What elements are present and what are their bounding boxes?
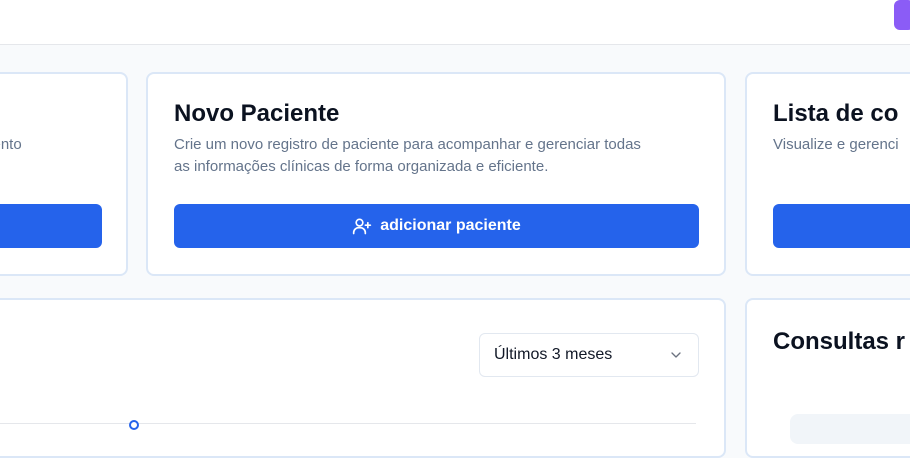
new-patient-card: Novo Paciente Crie um novo registro de p… (146, 72, 726, 276)
left-card: mento (0, 72, 128, 276)
new-patient-description-line1: Crie um novo registro de paciente para a… (174, 136, 641, 153)
chevron-down-icon (668, 347, 684, 363)
period-select-value: Últimos 3 meses (494, 346, 613, 363)
topbar-action-button[interactable] (894, 0, 910, 30)
chart-panel (0, 298, 726, 458)
user-plus-icon (352, 216, 372, 236)
new-patient-title: Novo Paciente (174, 100, 340, 127)
add-patient-button[interactable]: adicionar paciente (174, 204, 699, 248)
consultations-title: Consultas r (773, 328, 906, 355)
period-select[interactable]: Últimos 3 meses (479, 333, 699, 377)
chart-data-point (129, 420, 139, 430)
left-card-button[interactable] (0, 204, 102, 248)
left-card-description: mento (0, 136, 22, 153)
consultations-list-item (790, 414, 910, 444)
chart-grid-line (0, 423, 696, 424)
list-card: Lista de co Visualize e gerenci (745, 72, 910, 276)
new-patient-description-line2: as informações clínicas de forma organiz… (174, 158, 549, 175)
top-bar (0, 0, 910, 45)
list-card-button[interactable] (773, 204, 910, 248)
list-card-description: Visualize e gerenci (773, 136, 899, 153)
list-card-title: Lista de co (773, 100, 899, 127)
add-patient-button-label: adicionar paciente (380, 217, 521, 234)
